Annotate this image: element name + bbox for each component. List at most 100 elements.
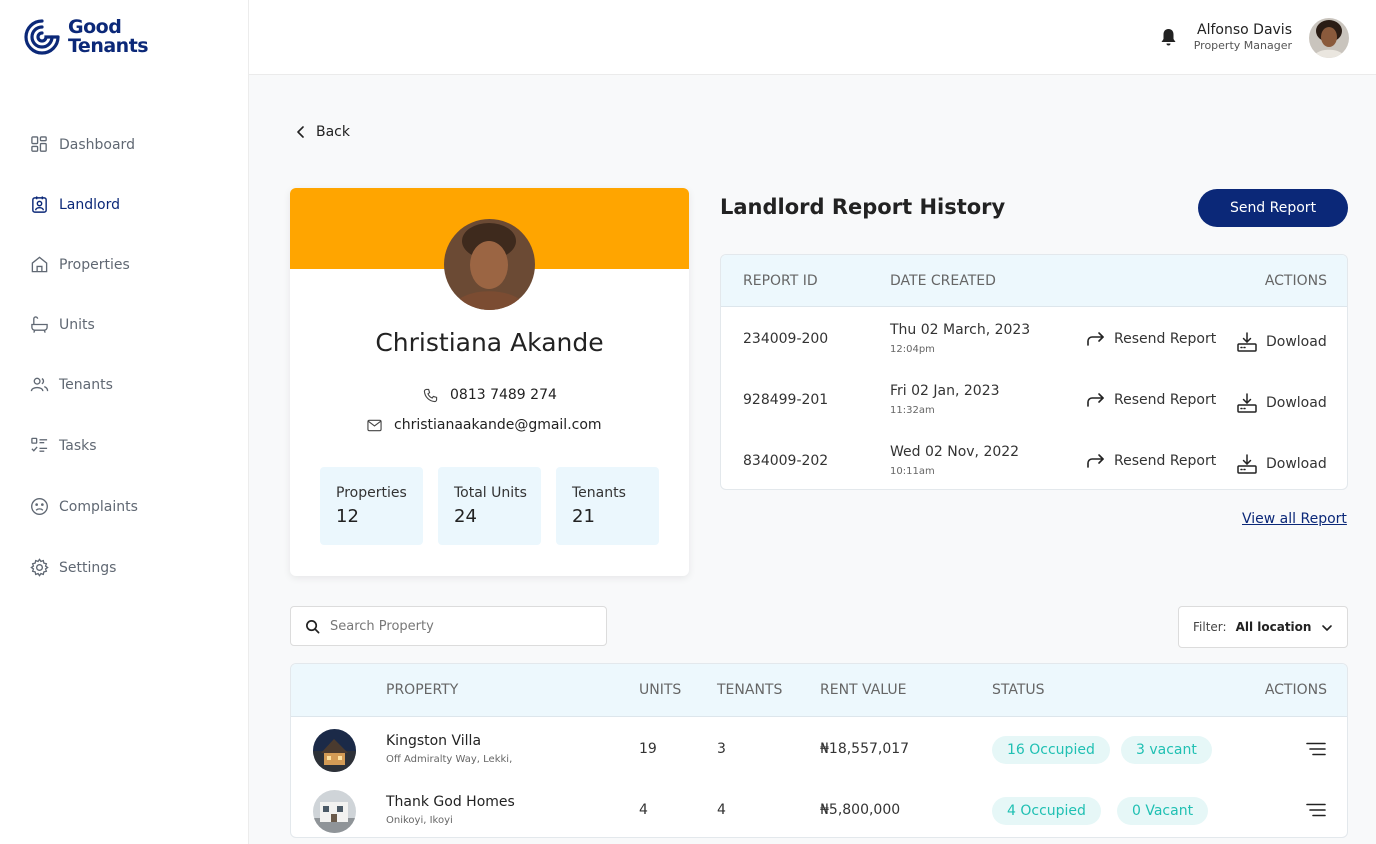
phone-icon	[423, 388, 438, 402]
sad-face-icon	[31, 498, 48, 515]
resend-report-button[interactable]: Resend Report	[1086, 331, 1216, 347]
occupied-badge: 4 Occupied	[992, 797, 1101, 825]
forward-arrow-icon	[1087, 393, 1104, 407]
sidebar-item-label: Complaints	[59, 498, 138, 515]
table-row: 234009-200 Thu 02 March, 2023 12:04pm Re…	[721, 307, 1347, 368]
stat-value: 12	[336, 506, 359, 527]
resend-report-button[interactable]: Resend Report	[1086, 453, 1216, 469]
sidebar-item-units[interactable]: Units	[30, 315, 95, 334]
report-history-table: REPORT ID DATE CREATED ACTIONS 234009-20…	[720, 254, 1348, 490]
stat-total-units: Total Units 24	[438, 467, 541, 545]
stat-label: Total Units	[454, 485, 527, 501]
property-rent-value: ₦5,800,000	[820, 802, 901, 818]
column-header: ACTIONS	[1264, 682, 1327, 698]
dashboard-icon	[31, 136, 47, 152]
sidebar-item-tenants[interactable]: Tenants	[30, 375, 113, 394]
sidebar-item-properties[interactable]: Properties	[30, 255, 130, 274]
column-header: ACTIONS	[1264, 273, 1327, 289]
vacant-badge: 0 Vacant	[1117, 797, 1209, 825]
properties-table: PROPERTY UNITS TENANTS RENT VALUE STATUS…	[290, 663, 1348, 838]
download-label: Dowload	[1266, 456, 1327, 472]
sidebar-item-label: Properties	[59, 256, 130, 273]
report-id: 234009-200	[743, 331, 829, 347]
home-icon	[31, 256, 48, 273]
table-header: REPORT ID DATE CREATED ACTIONS	[721, 255, 1347, 307]
send-report-button[interactable]: Send Report	[1198, 189, 1348, 227]
landlord-icon	[32, 196, 47, 213]
checklist-icon	[31, 437, 48, 452]
download-button[interactable]: Dowload	[1236, 392, 1327, 414]
download-icon	[1237, 332, 1257, 352]
report-time: 10:11am	[890, 466, 935, 477]
sidebar-item-label: Landlord	[59, 196, 120, 213]
table-header: PROPERTY UNITS TENANTS RENT VALUE STATUS…	[291, 664, 1347, 717]
stat-value: 24	[454, 506, 477, 527]
download-icon	[1237, 454, 1257, 474]
mail-icon	[367, 419, 382, 431]
phone-row: 0813 7489 274	[423, 387, 557, 403]
stat-label: Properties	[336, 485, 407, 501]
bell-icon[interactable]	[1160, 28, 1177, 47]
forward-arrow-icon	[1087, 454, 1104, 468]
table-row[interactable]: Kingston Villa Off Admiralty Way, Lekki,…	[291, 717, 1347, 778]
column-header: PROPERTY	[386, 682, 459, 698]
sidebar-item-complaints[interactable]: Complaints	[30, 497, 138, 516]
menu-icon[interactable]	[1306, 742, 1326, 756]
column-header: UNITS	[639, 682, 682, 698]
property-rent-value: ₦18,557,017	[820, 741, 910, 757]
filter-label: Filter:	[1193, 620, 1227, 634]
back-label: Back	[316, 124, 350, 140]
sidebar-item-landlord[interactable]: Landlord	[30, 195, 120, 214]
menu-icon[interactable]	[1306, 803, 1326, 817]
landlord-avatar	[444, 219, 535, 310]
good-tenants-logo-icon	[24, 19, 60, 55]
stat-label: Tenants	[572, 485, 626, 501]
view-all-report-link[interactable]: View all Report	[1242, 511, 1347, 527]
property-address: Onikoyi, Ikoyi	[386, 815, 453, 826]
property-thumbnail	[313, 790, 356, 833]
report-time: 12:04pm	[890, 344, 935, 355]
topbar: Alfonso Davis Property Manager	[249, 0, 1376, 75]
download-button[interactable]: Dowload	[1236, 331, 1327, 353]
users-icon	[30, 377, 49, 392]
filter-value: All location	[1235, 620, 1312, 634]
report-time: 11:32am	[890, 405, 935, 416]
landlord-email: christianaakande@gmail.com	[394, 417, 602, 433]
resend-report-button[interactable]: Resend Report	[1086, 392, 1216, 408]
search-box	[290, 606, 607, 646]
sidebar-item-settings[interactable]: Settings	[30, 558, 116, 577]
logo-text: Good Tenants	[68, 16, 149, 57]
sidebar: Good Tenants Dashboard Landlord Properti…	[0, 0, 249, 844]
report-id: 928499-201	[743, 392, 829, 408]
chevron-down-icon	[1322, 625, 1332, 631]
property-units: 4	[639, 802, 648, 818]
search-input[interactable]	[330, 618, 580, 634]
property-units: 19	[639, 741, 657, 757]
stat-properties: Properties 12	[320, 467, 423, 545]
download-label: Dowload	[1266, 334, 1327, 350]
column-header: DATE CREATED	[890, 273, 996, 289]
download-button[interactable]: Dowload	[1236, 453, 1327, 475]
report-history-title: Landlord Report History	[720, 195, 1006, 219]
sidebar-item-dashboard[interactable]: Dashboard	[30, 135, 135, 154]
user-name: Alfonso Davis	[1197, 22, 1292, 38]
column-header: REPORT ID	[743, 273, 818, 289]
user-avatar[interactable]	[1309, 18, 1349, 58]
property-address: Off Admiralty Way, Lekki,	[386, 754, 513, 765]
landlord-name: Christiana Akande	[375, 328, 604, 357]
property-thumbnail	[313, 729, 356, 772]
column-header: TENANTS	[717, 682, 783, 698]
property-name: Thank God Homes	[386, 794, 515, 810]
gear-icon	[30, 558, 49, 577]
property-name: Kingston Villa	[386, 733, 482, 749]
sidebar-item-tasks[interactable]: Tasks	[30, 436, 97, 455]
column-header: RENT VALUE	[820, 682, 907, 698]
logo[interactable]: Good Tenants	[22, 16, 149, 57]
back-button[interactable]: Back	[294, 124, 350, 140]
landlord-profile-card: Christiana Akande 0813 7489 274 christia…	[290, 188, 689, 576]
location-filter-dropdown[interactable]: Filter: All location	[1178, 606, 1348, 648]
user-info[interactable]: Alfonso Davis Property Manager	[1194, 22, 1292, 52]
table-row[interactable]: Thank God Homes Onikoyi, Ikoyi 4 4 ₦5,80…	[291, 778, 1347, 837]
sidebar-item-label: Tenants	[59, 376, 113, 393]
sidebar-item-label: Settings	[59, 559, 117, 576]
